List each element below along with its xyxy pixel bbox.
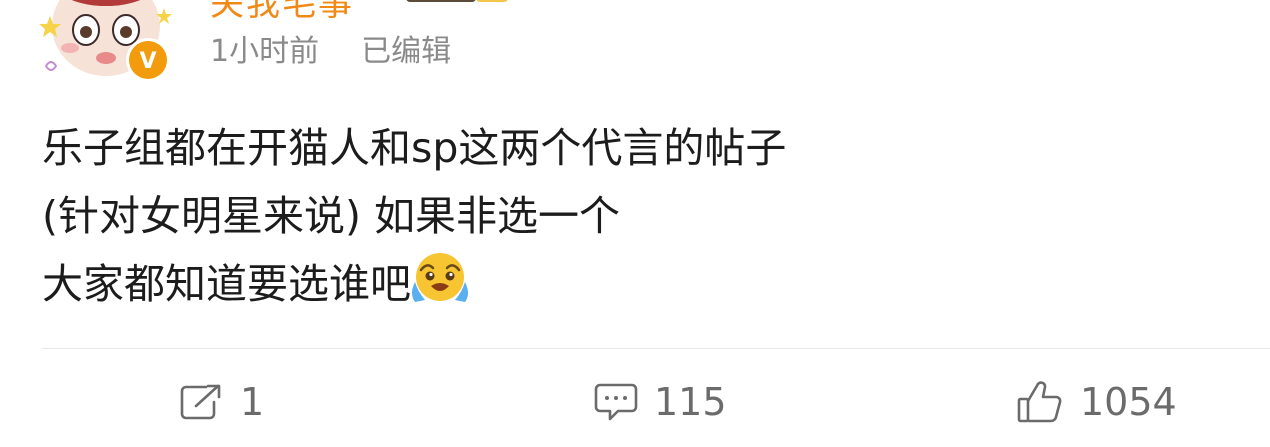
content-line: 乐子组都在开猫人和sp这两个代言的帖子 (42, 124, 787, 172)
thumbs-up-icon (1017, 381, 1062, 423)
like-count: 1054 (1080, 380, 1177, 424)
repost-icon (180, 384, 221, 420)
author-name[interactable]: 关我毛事 (210, 0, 354, 25)
post-content[interactable]: 乐子组都在开猫人和sp这两个代言的帖子 (针对女明星来说) 如果非选一个 大家都… (42, 114, 1222, 318)
comment-count: 115 (654, 380, 727, 424)
verified-badge-letter: V (139, 49, 156, 74)
weibo-post: V 关我毛事 1小时前 已编辑 乐子组都在开猫人和sp这两个代言的帖子 (针对女… (0, 0, 1270, 447)
edited-label[interactable]: 已编辑 (361, 26, 451, 70)
content-line: (针对女明星来说) 如果非选一个 (42, 192, 621, 240)
comment-button[interactable]: 115 (594, 372, 727, 432)
repost-button[interactable]: 1 (178, 372, 264, 432)
crying-face-emoji (412, 253, 468, 302)
content-line-with-emoji: 大家都知道要选谁吧 (42, 250, 1222, 318)
member-badge-icon (406, 0, 508, 2)
post-time: 1小时前 (210, 34, 320, 69)
content-line-text: 大家都知道要选谁吧 (42, 260, 411, 308)
action-bar: 1 115 1054 (0, 372, 1270, 432)
repost-count: 1 (240, 380, 265, 424)
like-button[interactable]: 1054 (1016, 372, 1177, 432)
divider (42, 348, 1270, 349)
post-meta: 1小时前 已编辑 (210, 26, 451, 70)
verified-v-badge-icon: V (126, 38, 170, 82)
comment-icon (594, 383, 638, 421)
